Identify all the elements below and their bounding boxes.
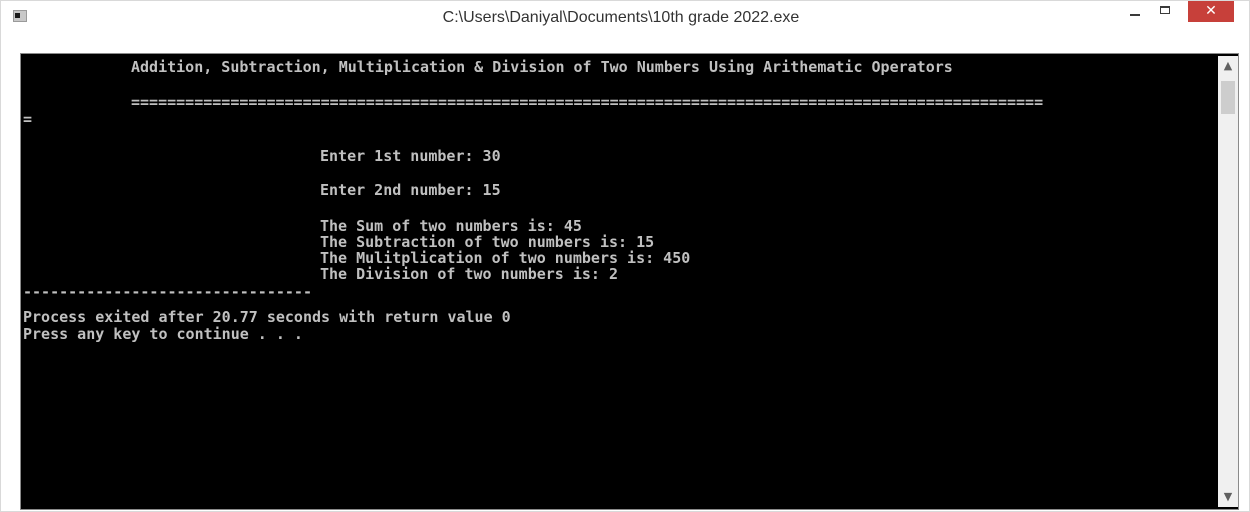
result-subtraction: The Subtraction of two numbers is: 15 bbox=[320, 233, 655, 251]
exit-message: Process exited after 20.77 seconds with … bbox=[23, 308, 511, 326]
result-multiplication: The Mulitplication of two numbers is: 45… bbox=[320, 249, 691, 267]
scroll-thumb[interactable] bbox=[1221, 81, 1235, 114]
prompt-first-number: Enter 1st number: 30 bbox=[320, 147, 501, 165]
continue-prompt: Press any key to continue . . . bbox=[23, 325, 303, 343]
separator-line: ========================================… bbox=[131, 93, 1044, 111]
close-button[interactable]: ✕ bbox=[1188, 1, 1234, 22]
console-window: C:\Users\Daniyal\Documents\10th grade 20… bbox=[0, 0, 1250, 512]
prompt-second-number: Enter 2nd number: 15 bbox=[320, 181, 501, 199]
console-output[interactable]: Addition, Subtraction, Multiplication & … bbox=[23, 56, 1218, 507]
console-app-icon[interactable] bbox=[13, 10, 27, 22]
program-heading: Addition, Subtraction, Multiplication & … bbox=[131, 58, 953, 76]
maximize-button[interactable] bbox=[1151, 1, 1179, 22]
title-bar[interactable]: C:\Users\Daniyal\Documents\10th grade 20… bbox=[1, 1, 1249, 33]
maximize-icon bbox=[1160, 6, 1170, 14]
result-division: The Division of two numbers is: 2 bbox=[320, 265, 619, 283]
minimize-icon bbox=[1130, 14, 1140, 16]
result-sum: The Sum of two numbers is: 45 bbox=[320, 217, 582, 235]
separator-wrap: = bbox=[23, 110, 33, 128]
scroll-up-arrow-icon[interactable]: ▲ bbox=[1218, 56, 1238, 76]
vertical-scrollbar[interactable]: ▲ ▼ bbox=[1218, 56, 1238, 507]
close-icon: ✕ bbox=[1205, 3, 1217, 19]
scroll-down-arrow-icon[interactable]: ▼ bbox=[1218, 487, 1238, 507]
divider-line: -------------------------------- bbox=[23, 283, 312, 301]
window-title: C:\Users\Daniyal\Documents\10th grade 20… bbox=[442, 9, 800, 26]
minimize-button[interactable] bbox=[1121, 1, 1149, 22]
